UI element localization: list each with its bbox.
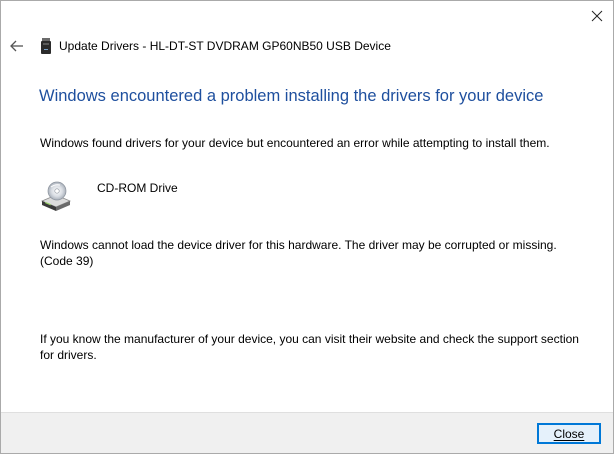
update-drivers-window: Update Drivers - HL-DT-ST DVDRAM GP60NB5… <box>0 0 614 454</box>
back-button[interactable] <box>9 38 25 54</box>
usb-device-icon <box>41 38 51 54</box>
back-arrow-icon <box>10 40 23 52</box>
dialog-footer: Close <box>1 412 613 453</box>
support-hint: If you know the manufacturer of your dev… <box>40 332 579 362</box>
close-button-label: Close <box>553 426 585 441</box>
close-button[interactable]: Close <box>537 423 601 444</box>
window-close-button[interactable] <box>585 7 609 27</box>
device-name: CD-ROM Drive <box>97 181 178 195</box>
cd-rom-drive-icon <box>39 180 73 214</box>
error-message: Windows cannot load the device driver fo… <box>40 238 557 268</box>
intro-text: Windows found drivers for your device bu… <box>40 136 550 150</box>
page-heading: Windows encountered a problem installing… <box>39 87 544 105</box>
close-icon <box>591 10 603 22</box>
window-title: Update Drivers - HL-DT-ST DVDRAM GP60NB5… <box>59 39 391 53</box>
